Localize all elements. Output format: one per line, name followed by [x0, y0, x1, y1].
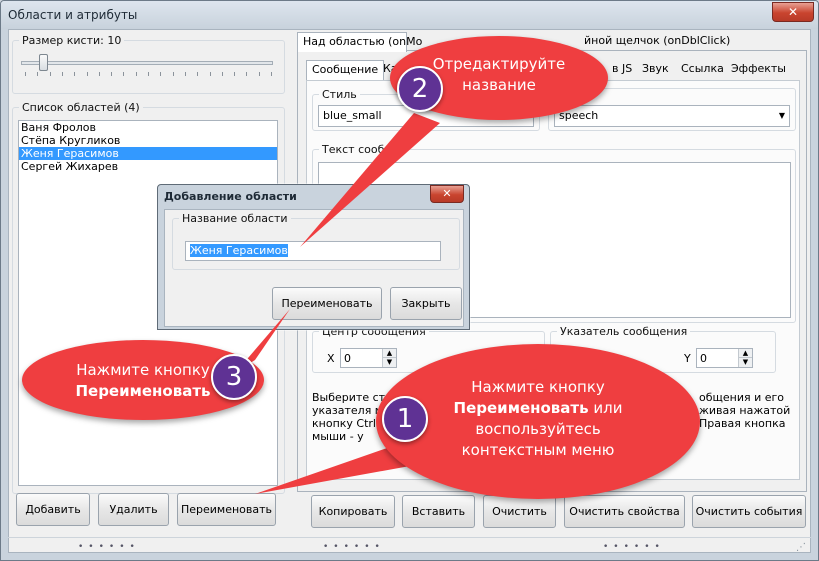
- callout-1-line2-rest: или: [588, 399, 623, 417]
- step-3-badge: 3: [211, 354, 257, 400]
- step-1-badge: 1: [382, 396, 428, 442]
- callout-1-line2-bold: Переименовать: [453, 399, 589, 417]
- callout-1-line1: Нажмите кнопку: [471, 378, 605, 396]
- arrow-2: [300, 113, 440, 247]
- callout-1-line4: контекстным меню: [461, 441, 615, 459]
- step-2-badge: 2: [397, 66, 443, 112]
